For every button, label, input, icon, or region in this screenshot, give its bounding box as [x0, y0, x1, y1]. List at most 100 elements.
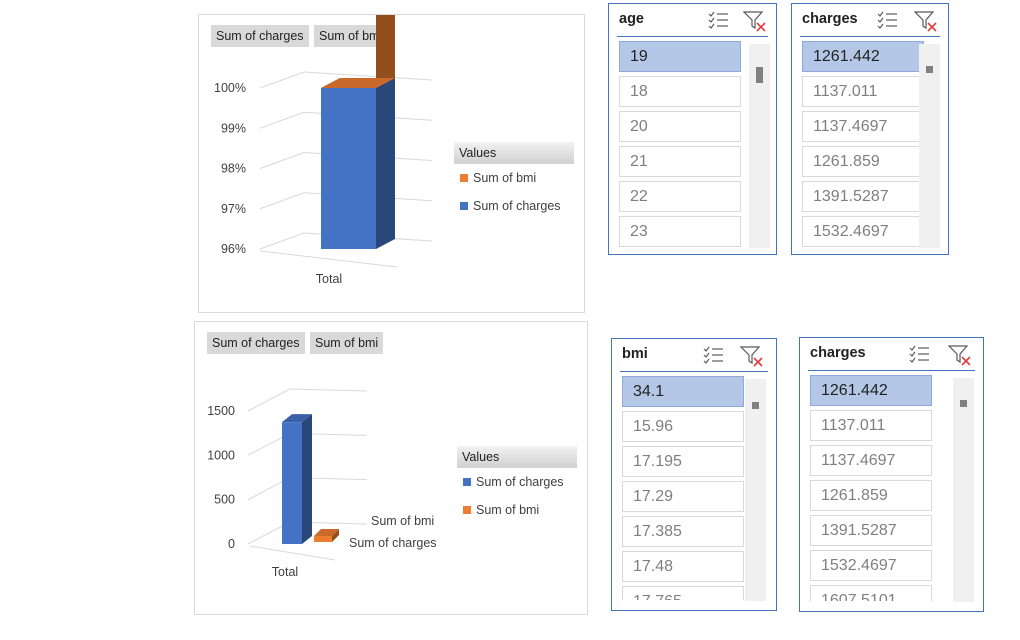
- scrollbar-thumb[interactable]: [960, 400, 967, 407]
- legend-swatch: [460, 174, 468, 182]
- legend-item-sum-of-bmi[interactable]: Sum of bmi: [454, 164, 574, 192]
- slicer-bmi[interactable]: bmi 34.1 15.96 17.195 17.29 17.385 17.48 17.76…: [611, 338, 777, 611]
- bar-sum-of-bmi-side: [376, 15, 395, 88]
- slicer-header: age: [617, 4, 768, 37]
- legend-swatch: [463, 506, 471, 514]
- slicer-item[interactable]: 1532.4697: [810, 550, 932, 581]
- bar-sum-of-charges-front: [321, 88, 376, 249]
- scrollbar[interactable]: [953, 378, 974, 602]
- slicer-item[interactable]: 1261.442: [802, 41, 924, 72]
- multi-select-icon[interactable]: [707, 10, 729, 30]
- y-tick-label: 1000: [207, 448, 235, 462]
- gridline: [289, 388, 368, 392]
- slicer-item[interactable]: 19: [619, 41, 741, 72]
- slicer-item[interactable]: 23: [619, 216, 741, 247]
- legend-label: Sum of bmi: [476, 503, 540, 517]
- bar-sum-of-charges-side: [376, 78, 395, 249]
- scrollbar[interactable]: [919, 44, 940, 248]
- depth-label-sum-of-bmi: Sum of bmi: [371, 514, 434, 528]
- slicer-item[interactable]: 1137.4697: [802, 111, 924, 142]
- slicer-header: bmi: [620, 339, 768, 372]
- slicer-item[interactable]: 17.195: [622, 446, 744, 477]
- category-label: Total: [316, 272, 342, 286]
- legend-label: Sum of bmi: [473, 171, 537, 185]
- slicer-item[interactable]: 17.29: [622, 481, 744, 512]
- bar-sum-of-bmi: [321, 15, 395, 88]
- clear-filter-icon[interactable]: [739, 345, 763, 367]
- legend-item-sum-of-charges[interactable]: Sum of charges: [454, 192, 574, 220]
- legend-item-sum-of-bmi[interactable]: Sum of bmi: [457, 496, 577, 524]
- slicer-item[interactable]: 1391.5287: [802, 181, 924, 212]
- slicer-item[interactable]: 1532.4697: [802, 216, 924, 247]
- clear-filter-icon[interactable]: [742, 10, 766, 32]
- scrollbar[interactable]: [745, 379, 766, 601]
- slicer-item[interactable]: 1391.5287: [810, 515, 932, 546]
- scrollbar[interactable]: [749, 44, 770, 248]
- legend-title: Values: [457, 446, 577, 468]
- legend-swatch: [463, 478, 471, 486]
- slicer-item[interactable]: 1261.859: [802, 146, 924, 177]
- slicer-item[interactable]: 1261.442: [810, 375, 932, 406]
- y-tick-label: 0: [228, 537, 235, 551]
- y-tick-label: 99%: [221, 121, 246, 135]
- slicer-charges[interactable]: charges 1261.442 1137.011 1137.4697 1261.85…: [791, 3, 949, 255]
- slicer-title: charges: [802, 11, 858, 27]
- y-tick-label: 97%: [221, 202, 246, 216]
- slicer-item[interactable]: 17.765: [622, 586, 744, 600]
- slicer-item[interactable]: 1137.011: [810, 410, 932, 441]
- chart-2-legend: Values Sum of charges Sum of bmi: [457, 446, 577, 524]
- floor-edge: [259, 250, 398, 268]
- slicer-items: 1261.442 1137.011 1137.4697 1261.859 1391.52…: [802, 41, 924, 247]
- slicer-items: 1261.442 1137.011 1137.4697 1261.859 1391.52…: [810, 375, 932, 601]
- y-tick-label: 100%: [214, 81, 246, 95]
- slicer-item[interactable]: 21: [619, 146, 741, 177]
- y-tick-label: 1500: [207, 404, 235, 418]
- legend-item-sum-of-charges[interactable]: Sum of charges: [457, 468, 577, 496]
- multi-select-icon[interactable]: [876, 10, 898, 30]
- slicer-item[interactable]: 15.96: [622, 411, 744, 442]
- bar-sum-of-charges-side: [302, 414, 312, 544]
- scrollbar-thumb[interactable]: [756, 67, 763, 83]
- legend-label: Sum of charges: [473, 199, 561, 213]
- bar-sum-of-charges: [282, 414, 312, 544]
- slicer-age[interactable]: age 19 18 20 21 22 23: [608, 3, 777, 255]
- chart-1-legend: Values Sum of bmi Sum of charges: [454, 142, 574, 220]
- slicer-item[interactable]: 1261.859: [810, 480, 932, 511]
- slicer-items: 34.1 15.96 17.195 17.29 17.385 17.48 17.765: [622, 376, 744, 600]
- slicer-title: charges: [810, 345, 866, 361]
- slicer-item[interactable]: 18: [619, 76, 741, 107]
- multi-select-icon[interactable]: [702, 345, 724, 365]
- slicer-header: charges: [808, 338, 975, 371]
- slicer-item[interactable]: 17.385: [622, 516, 744, 547]
- slicer-charges-2[interactable]: charges 1261.442 1137.011 1137.4697 1261.85…: [799, 337, 984, 612]
- slicer-item[interactable]: 22: [619, 181, 741, 212]
- slicer-item[interactable]: 17.48: [622, 551, 744, 582]
- legend-label: Sum of charges: [476, 475, 564, 489]
- scrollbar-thumb[interactable]: [752, 402, 759, 409]
- chart-1-panel[interactable]: Sum of charges Sum of bmi 96% 97% 98% 99% 10…: [198, 14, 585, 313]
- clear-filter-icon[interactable]: [947, 344, 971, 366]
- scrollbar-thumb[interactable]: [926, 66, 933, 73]
- slicer-item[interactable]: 34.1: [622, 376, 744, 407]
- clear-filter-icon[interactable]: [913, 10, 937, 32]
- gridline: [259, 111, 305, 129]
- slicer-item[interactable]: 1607.5101: [810, 585, 932, 601]
- chart-2-panel[interactable]: Sum of charges Sum of bmi 0 500 1000 1500 T…: [194, 321, 588, 615]
- bar-sum-of-bmi-front: [314, 535, 332, 542]
- category-label: Total: [272, 565, 298, 579]
- slicer-item[interactable]: 1137.4697: [810, 445, 932, 476]
- y-tick-label: 98%: [221, 162, 246, 176]
- slicer-item[interactable]: 20: [619, 111, 741, 142]
- gridline: [259, 192, 305, 210]
- multi-select-icon[interactable]: [908, 344, 930, 364]
- legend-swatch: [460, 202, 468, 210]
- gridline: [259, 71, 305, 89]
- y-tick-label: 500: [214, 493, 235, 507]
- slicer-item[interactable]: 1137.011: [802, 76, 924, 107]
- legend-title: Values: [454, 142, 574, 164]
- bar-sum-of-charges: [321, 78, 395, 249]
- floor-edge: [249, 545, 336, 561]
- gridline: [259, 232, 305, 250]
- slicer-header: charges: [800, 4, 940, 37]
- bar-sum-of-charges-front: [282, 422, 302, 544]
